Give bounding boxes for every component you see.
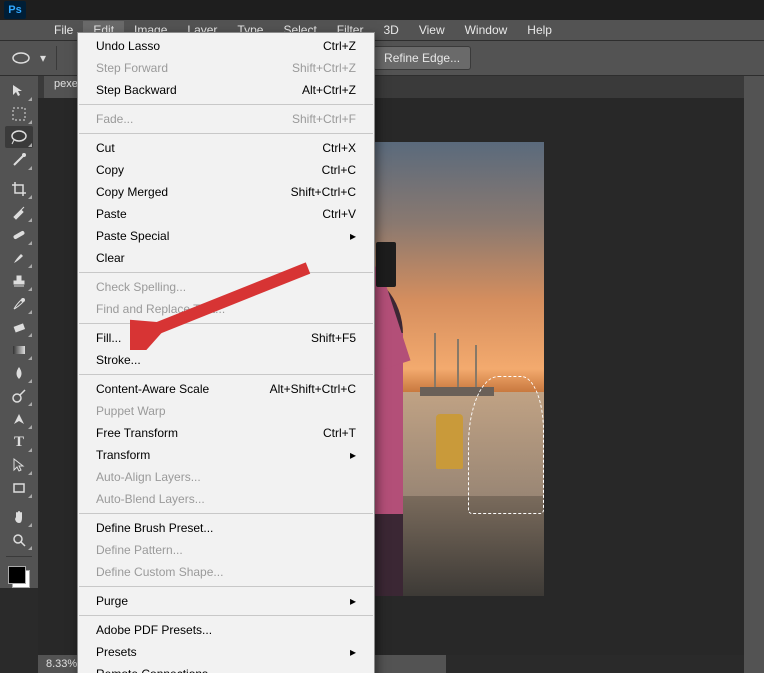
menu-item-adobe-pdf-presets[interactable]: Adobe PDF Presets... [78,619,374,641]
healing-tool[interactable] [5,224,33,246]
right-panel-collapsed[interactable] [744,76,764,673]
title-bar: Ps [0,0,764,20]
history-brush-tool[interactable] [5,293,33,315]
eraser-tool[interactable] [5,316,33,338]
menu-separator [79,272,373,273]
blur-tool[interactable] [5,362,33,384]
menu-item-auto-align-layers: Auto-Align Layers... [78,466,374,488]
menu-item-paste-special[interactable]: Paste Special▸ [78,225,374,247]
menu-item-free-transform[interactable]: Free TransformCtrl+T [78,422,374,444]
menu-item-cut[interactable]: CutCtrl+X [78,137,374,159]
edit-menu-dropdown: Undo LassoCtrl+ZStep ForwardShift+Ctrl+Z… [77,32,375,673]
menu-separator [79,513,373,514]
menu-item-step-backward[interactable]: Step BackwardAlt+Ctrl+Z [78,79,374,101]
menu-separator [79,586,373,587]
menu-item-step-forward: Step ForwardShift+Ctrl+Z [78,57,374,79]
menu-item-define-pattern: Define Pattern... [78,539,374,561]
menu-separator [79,104,373,105]
tools-panel: T [0,76,38,588]
zoom-tool[interactable] [5,529,33,551]
crop-tool[interactable] [5,178,33,200]
marquee-tool[interactable] [5,103,33,125]
quick-select-tool[interactable] [5,149,33,171]
menu-separator [79,323,373,324]
stamp-tool[interactable] [5,270,33,292]
menu-3d[interactable]: 3D [373,21,408,39]
type-tool[interactable]: T [5,431,33,453]
gradient-tool[interactable] [5,339,33,361]
eyedropper-tool[interactable] [5,201,33,223]
menu-item-fade: Fade...Shift+Ctrl+F [78,108,374,130]
menu-item-check-spelling: Check Spelling... [78,276,374,298]
menu-item-define-brush-preset[interactable]: Define Brush Preset... [78,517,374,539]
dodge-tool[interactable] [5,385,33,407]
hand-tool[interactable] [5,506,33,528]
menu-item-auto-blend-layers: Auto-Blend Layers... [78,488,374,510]
menu-item-puppet-warp: Puppet Warp [78,400,374,422]
menu-separator [79,133,373,134]
menu-item-transform[interactable]: Transform▸ [78,444,374,466]
color-swatch[interactable] [8,566,30,588]
menu-item-copy[interactable]: CopyCtrl+C [78,159,374,181]
menu-item-remote-connections[interactable]: Remote Connections... [78,663,374,673]
selection-marquee [468,376,544,514]
menu-item-stroke[interactable]: Stroke... [78,349,374,371]
app-logo: Ps [4,1,26,19]
move-tool[interactable] [5,80,33,102]
lasso-옵션-icon[interactable] [8,45,34,71]
path-select-tool[interactable] [5,454,33,476]
menu-item-presets[interactable]: Presets▸ [78,641,374,663]
refine-edge-button[interactable]: Refine Edge... [373,46,471,70]
menu-view[interactable]: View [409,21,455,39]
brush-tool[interactable] [5,247,33,269]
menu-item-paste[interactable]: PasteCtrl+V [78,203,374,225]
menu-item-content-aware-scale[interactable]: Content-Aware ScaleAlt+Shift+Ctrl+C [78,378,374,400]
menu-item-fill[interactable]: Fill...Shift+F5 [78,327,374,349]
menu-help[interactable]: Help [517,21,562,39]
menu-item-purge[interactable]: Purge▸ [78,590,374,612]
shape-tool[interactable] [5,477,33,499]
pen-tool[interactable] [5,408,33,430]
menu-item-undo-lasso[interactable]: Undo LassoCtrl+Z [78,35,374,57]
menu-item-copy-merged[interactable]: Copy MergedShift+Ctrl+C [78,181,374,203]
menu-item-clear[interactable]: Clear [78,247,374,269]
zoom-level[interactable]: 8.33% [46,658,77,670]
menu-window[interactable]: Window [455,21,518,39]
menu-item-define-custom-shape: Define Custom Shape... [78,561,374,583]
menu-separator [79,374,373,375]
menu-item-find-and-replace-text: Find and Replace Text... [78,298,374,320]
menu-separator [79,615,373,616]
lasso-tool[interactable] [5,126,33,148]
